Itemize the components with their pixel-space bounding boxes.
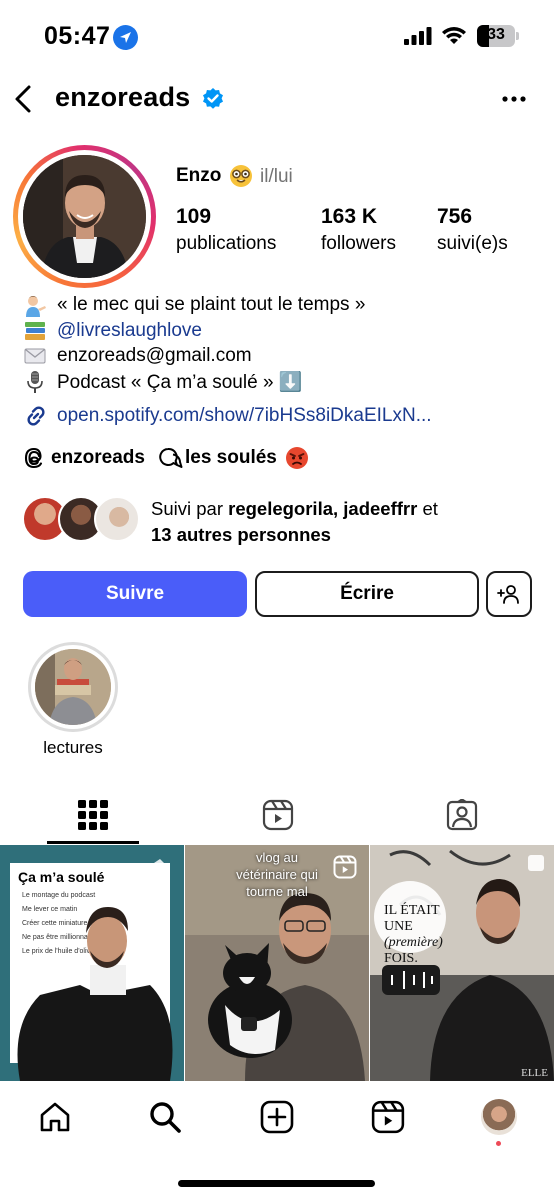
back-arrow-icon[interactable] — [12, 84, 34, 114]
stat-followers-value[interactable]: 163 K — [321, 205, 377, 229]
bio-line: @livreslaughlove — [23, 319, 202, 343]
man-tipping-hand-icon — [26, 296, 46, 317]
bio-link-text[interactable]: open.spotify.com/show/7ibHSs8iDkaEILxN..… — [57, 405, 432, 427]
bio-line: « le mec qui se plaint tout le temps » — [23, 293, 365, 317]
post-photo — [17, 859, 173, 1081]
post-overlay-text: IL ÉTAIT UNE (première) FOIS. — [384, 903, 443, 966]
profile-avatar[interactable] — [13, 145, 156, 288]
nav-create[interactable] — [255, 1095, 299, 1139]
tab-reels[interactable] — [185, 787, 370, 843]
highlight-lectures[interactable] — [28, 642, 118, 732]
reels-icon — [371, 1100, 405, 1134]
follow-button[interactable]: Suivre — [23, 571, 247, 617]
status-time: 05:47 — [44, 22, 111, 50]
stat-followers-label[interactable]: followers — [321, 233, 396, 255]
highlight-label[interactable]: lectures — [0, 738, 146, 758]
highlight-cover — [35, 649, 111, 725]
active-tab-indicator — [47, 841, 139, 844]
avatar — [481, 1099, 517, 1135]
stat-following-label[interactable]: suivi(e)s — [437, 233, 508, 255]
link-icon — [27, 406, 45, 426]
create-post-icon — [260, 1100, 294, 1134]
mutual-others: 13 autres personnes — [151, 524, 331, 545]
post-thumbnail[interactable]: vlog au vétérinaire qui tourne mal — [185, 845, 369, 1081]
verified-badge-icon — [203, 88, 223, 109]
status-bar: 05:47 33 — [0, 0, 554, 72]
notification-dot — [496, 1141, 501, 1146]
angry-face-emoji-icon — [285, 447, 308, 469]
stat-posts-value[interactable]: 109 — [176, 205, 211, 229]
mutual-names: regelegorila, jadeeffrr — [228, 498, 418, 519]
channel-name[interactable]: les soulés — [185, 447, 277, 469]
nav-home[interactable] — [33, 1095, 77, 1139]
post-thumbnail[interactable]: IL ÉTAIT UNE (première) FOIS. ELLE — [370, 845, 554, 1081]
battery-percent: 33 — [487, 26, 505, 43]
stat-posts-label[interactable]: publications — [176, 233, 276, 255]
post-thumbnail[interactable]: Ça m’a soulé Le montage du podcast Me le… — [0, 845, 184, 1081]
bio-line: enzoreads@gmail.com — [23, 344, 252, 368]
bio-podcast: Podcast « Ça m’a soulé » ⬇️ — [57, 372, 303, 393]
bio-line: Podcast « Ça m’a soulé » ⬇️ — [23, 370, 302, 394]
home-indicator — [178, 1180, 375, 1187]
avatar — [94, 496, 140, 542]
nav-reels[interactable] — [366, 1095, 410, 1139]
home-icon — [40, 1102, 70, 1132]
nav-search[interactable] — [143, 1095, 187, 1139]
nerd-face-emoji-icon — [230, 165, 252, 187]
grid-icon — [77, 800, 108, 830]
broadcast-channel-icon[interactable] — [157, 446, 183, 470]
threads-logo-icon[interactable] — [23, 446, 45, 470]
threads-handle[interactable]: enzoreads — [51, 447, 145, 469]
wifi-icon — [442, 27, 466, 44]
bio-text: « le mec qui se plaint tout le temps » — [57, 294, 366, 315]
add-person-icon — [497, 585, 519, 604]
message-button[interactable]: Écrire — [255, 571, 479, 617]
bio-mention-link[interactable]: @livreslaughlove — [57, 320, 202, 342]
profile-name: Enzo — [176, 165, 222, 186]
bio-email: enzoreads@gmail.com — [57, 345, 252, 366]
nav-profile[interactable] — [477, 1095, 521, 1139]
reels-icon — [262, 799, 293, 831]
microphone-icon — [27, 371, 43, 393]
threads-row: enzoreads les soulés — [23, 446, 309, 470]
books-icon — [25, 322, 45, 340]
tab-tagged[interactable] — [369, 787, 554, 843]
tab-posts-grid[interactable] — [0, 787, 185, 843]
reel-badge-icon — [333, 855, 357, 879]
header-username: enzoreads — [55, 82, 191, 112]
bio-external-link[interactable]: open.spotify.com/show/7ibHSs8iDkaEILxN..… — [23, 403, 432, 429]
envelope-icon — [24, 348, 46, 364]
cellular-signal-icon — [404, 27, 432, 45]
avatar-photo — [23, 155, 146, 278]
suggest-users-button[interactable] — [486, 571, 532, 617]
tagged-person-icon — [446, 799, 477, 831]
elle-watermark: ELLE — [521, 1067, 548, 1079]
more-options-icon[interactable] — [502, 96, 526, 102]
stat-following-value[interactable]: 756 — [437, 205, 472, 229]
mutual-followers-avatars[interactable] — [22, 496, 142, 544]
search-icon — [150, 1102, 181, 1133]
location-arrow-icon — [113, 25, 138, 50]
profile-pronouns: il/lui — [260, 166, 293, 187]
followed-by-text[interactable]: Suivi par regelegorila, jadeeffrr et 13 … — [151, 496, 531, 548]
battery-icon: 33 — [477, 25, 515, 47]
